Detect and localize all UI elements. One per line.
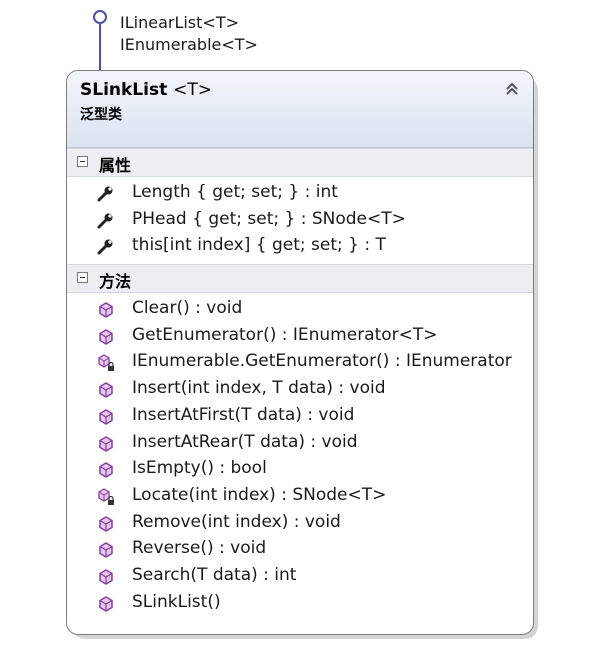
collapse-chevron-icon[interactable] — [503, 80, 521, 98]
class-kind-label: 泛型类 — [80, 107, 122, 123]
methods-member-label: GetEnumerator() : IEnumerator<T> — [132, 324, 438, 345]
private-method-icon — [97, 488, 115, 506]
properties-section-header[interactable]: 属性 — [67, 148, 533, 177]
methods-member-label: Remove(int index) : void — [132, 511, 341, 532]
methods-member-label: Clear() : void — [132, 298, 243, 319]
methods-member-label: InsertAtFirst(T data) : void — [132, 404, 355, 425]
properties-member-row[interactable]: this[int index] { get; set; } : T — [67, 233, 533, 260]
methods-member-label: Search(T data) : int — [132, 564, 297, 585]
methods-member-row[interactable]: Insert(int index, T data) : void — [67, 376, 533, 403]
method-icon — [97, 461, 115, 479]
methods-member-row[interactable]: Locate(int index) : SNode<T> — [67, 483, 533, 510]
collapse-toggle-icon[interactable] — [77, 272, 88, 284]
interface-connector-line — [99, 24, 101, 72]
properties-section-title: 属性 — [99, 156, 132, 175]
method-icon — [97, 435, 115, 453]
methods-member-label: Locate(int index) : SNode<T> — [132, 484, 387, 505]
wrench-icon — [96, 185, 114, 203]
class-header[interactable]: SLinkList <T> 泛型类 — [67, 71, 533, 148]
class-name: SLinkList — [80, 80, 168, 100]
wrench-icon — [96, 238, 114, 256]
method-icon — [97, 408, 115, 426]
methods-member-label: IEnumerable.GetEnumerator() : IEnumerato… — [132, 351, 512, 372]
properties-member-label: Length { get; set; } : int — [132, 182, 338, 202]
interface-lollipop-icon — [93, 10, 107, 24]
methods-member-label: Insert(int index, T data) : void — [132, 378, 386, 399]
methods-member-label: IsEmpty() : bool — [132, 458, 267, 479]
class-generic-params: <T> — [173, 80, 213, 100]
method-icon — [97, 328, 115, 346]
methods-member-row[interactable]: GetEnumerator() : IEnumerator<T> — [67, 323, 533, 350]
methods-member-row[interactable]: IsEmpty() : bool — [67, 456, 533, 483]
properties-member-label: PHead { get; set; } : SNode<T> — [132, 208, 406, 229]
methods-member-row[interactable]: SLinkList() — [67, 590, 533, 617]
method-icon — [97, 568, 115, 586]
properties-list: Length { get; set; } : int PHead { get; s… — [67, 177, 533, 264]
properties-member-label: this[int index] { get; set; } : T — [132, 235, 386, 256]
methods-member-row[interactable]: InsertAtFirst(T data) : void — [67, 403, 533, 430]
interface-name: ILinearList<T> — [120, 13, 239, 32]
properties-member-row[interactable]: PHead { get; set; } : SNode<T> — [67, 207, 533, 234]
methods-member-label: SLinkList() — [132, 591, 221, 612]
methods-member-label: InsertAtRear(T data) : void — [132, 431, 358, 452]
methods-member-label: Reverse() : void — [132, 538, 267, 559]
methods-member-row[interactable]: IEnumerable.GetEnumerator() : IEnumerato… — [67, 349, 533, 376]
class-shape[interactable]: SLinkList <T> 泛型类 属性 Length { get; set; … — [66, 70, 534, 635]
methods-member-row[interactable]: Clear() : void — [67, 296, 533, 323]
properties-member-row[interactable]: Length { get; set; } : int — [67, 180, 533, 207]
methods-member-row[interactable]: InsertAtRear(T data) : void — [67, 430, 533, 457]
wrench-icon — [96, 212, 114, 230]
methods-member-row[interactable]: Search(T data) : int — [67, 563, 533, 590]
interface-list: ILinearList<T> IEnumerable<T> — [120, 12, 258, 56]
collapse-toggle-icon[interactable] — [77, 156, 88, 167]
method-icon — [97, 515, 115, 533]
methods-list: Clear() : void GetEnumerator() : IEnumera… — [67, 293, 533, 620]
method-icon — [97, 301, 115, 319]
interface-name: IEnumerable<T> — [120, 35, 258, 54]
private-method-icon — [97, 354, 115, 372]
class-title: SLinkList <T> — [80, 80, 212, 100]
methods-member-row[interactable]: Remove(int index) : void — [67, 510, 533, 537]
methods-section-title: 方法 — [99, 272, 132, 292]
method-icon — [97, 595, 115, 613]
methods-section-header[interactable]: 方法 — [67, 264, 533, 294]
method-icon — [97, 541, 115, 559]
method-icon — [97, 381, 115, 399]
methods-member-row[interactable]: Reverse() : void — [67, 536, 533, 563]
